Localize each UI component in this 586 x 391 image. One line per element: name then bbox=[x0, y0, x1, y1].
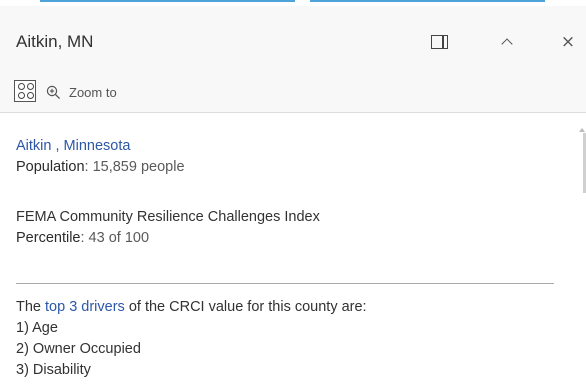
percentile-value: : 43 of 100 bbox=[80, 230, 150, 246]
popup-panel: Aitkin, MN × Zoom to Aitkin , Minnesota … bbox=[0, 6, 586, 391]
population-label: Population bbox=[16, 159, 85, 175]
feature-menu-icon bbox=[18, 92, 25, 99]
close-icon: × bbox=[560, 32, 576, 52]
percentile-label: Percentile bbox=[16, 230, 81, 246]
close-button[interactable]: × bbox=[554, 28, 582, 56]
county-link[interactable]: Aitkin , Minnesota bbox=[16, 138, 130, 154]
zoom-to-button[interactable]: Zoom to bbox=[46, 82, 117, 102]
map-feature-edge bbox=[40, 0, 295, 2]
feature-menu-icon bbox=[27, 83, 34, 90]
percentile-line: Percentile: 43 of 100 bbox=[16, 230, 149, 246]
collapse-button[interactable] bbox=[493, 28, 521, 56]
feature-menu-button[interactable] bbox=[14, 80, 36, 102]
feature-menu-icon bbox=[27, 92, 34, 99]
content-divider bbox=[16, 283, 554, 284]
driver-item: 2) Owner Occupied bbox=[16, 341, 141, 357]
popup-toolbar: Zoom to bbox=[0, 72, 586, 113]
popup-title: Aitkin, MN bbox=[16, 32, 94, 51]
map-feature-edge bbox=[310, 0, 545, 2]
zoom-to-label: Zoom to bbox=[69, 84, 117, 100]
dock-icon bbox=[430, 35, 448, 49]
drivers-suffix: of the CRCI value for this county are: bbox=[124, 299, 367, 315]
feature-menu-icon bbox=[18, 83, 25, 90]
population-unit: people bbox=[140, 159, 185, 175]
drivers-intro: The top 3 drivers of the CRCI value for … bbox=[16, 299, 367, 315]
scroll-up-arrow[interactable] bbox=[579, 128, 585, 132]
driver-item: 3) Disability bbox=[16, 362, 91, 378]
drivers-link[interactable]: top 3 drivers bbox=[45, 299, 125, 315]
drivers-prefix: The bbox=[16, 299, 46, 315]
zoom-in-icon bbox=[46, 85, 61, 99]
county-link-line: Aitkin , Minnesota bbox=[16, 138, 130, 154]
population-value: : 15,859 bbox=[84, 159, 137, 175]
driver-item: 1) Age bbox=[16, 320, 58, 336]
popup-header: Aitkin, MN × bbox=[0, 6, 586, 72]
chevron-up-icon bbox=[501, 38, 513, 50]
popup-content: Aitkin , Minnesota Population: 15,859 pe… bbox=[0, 113, 586, 391]
dock-button[interactable] bbox=[425, 28, 453, 56]
population-line: Population: 15,859 people bbox=[16, 159, 185, 175]
index-title: FEMA Community Resilience Challenges Ind… bbox=[16, 209, 320, 225]
